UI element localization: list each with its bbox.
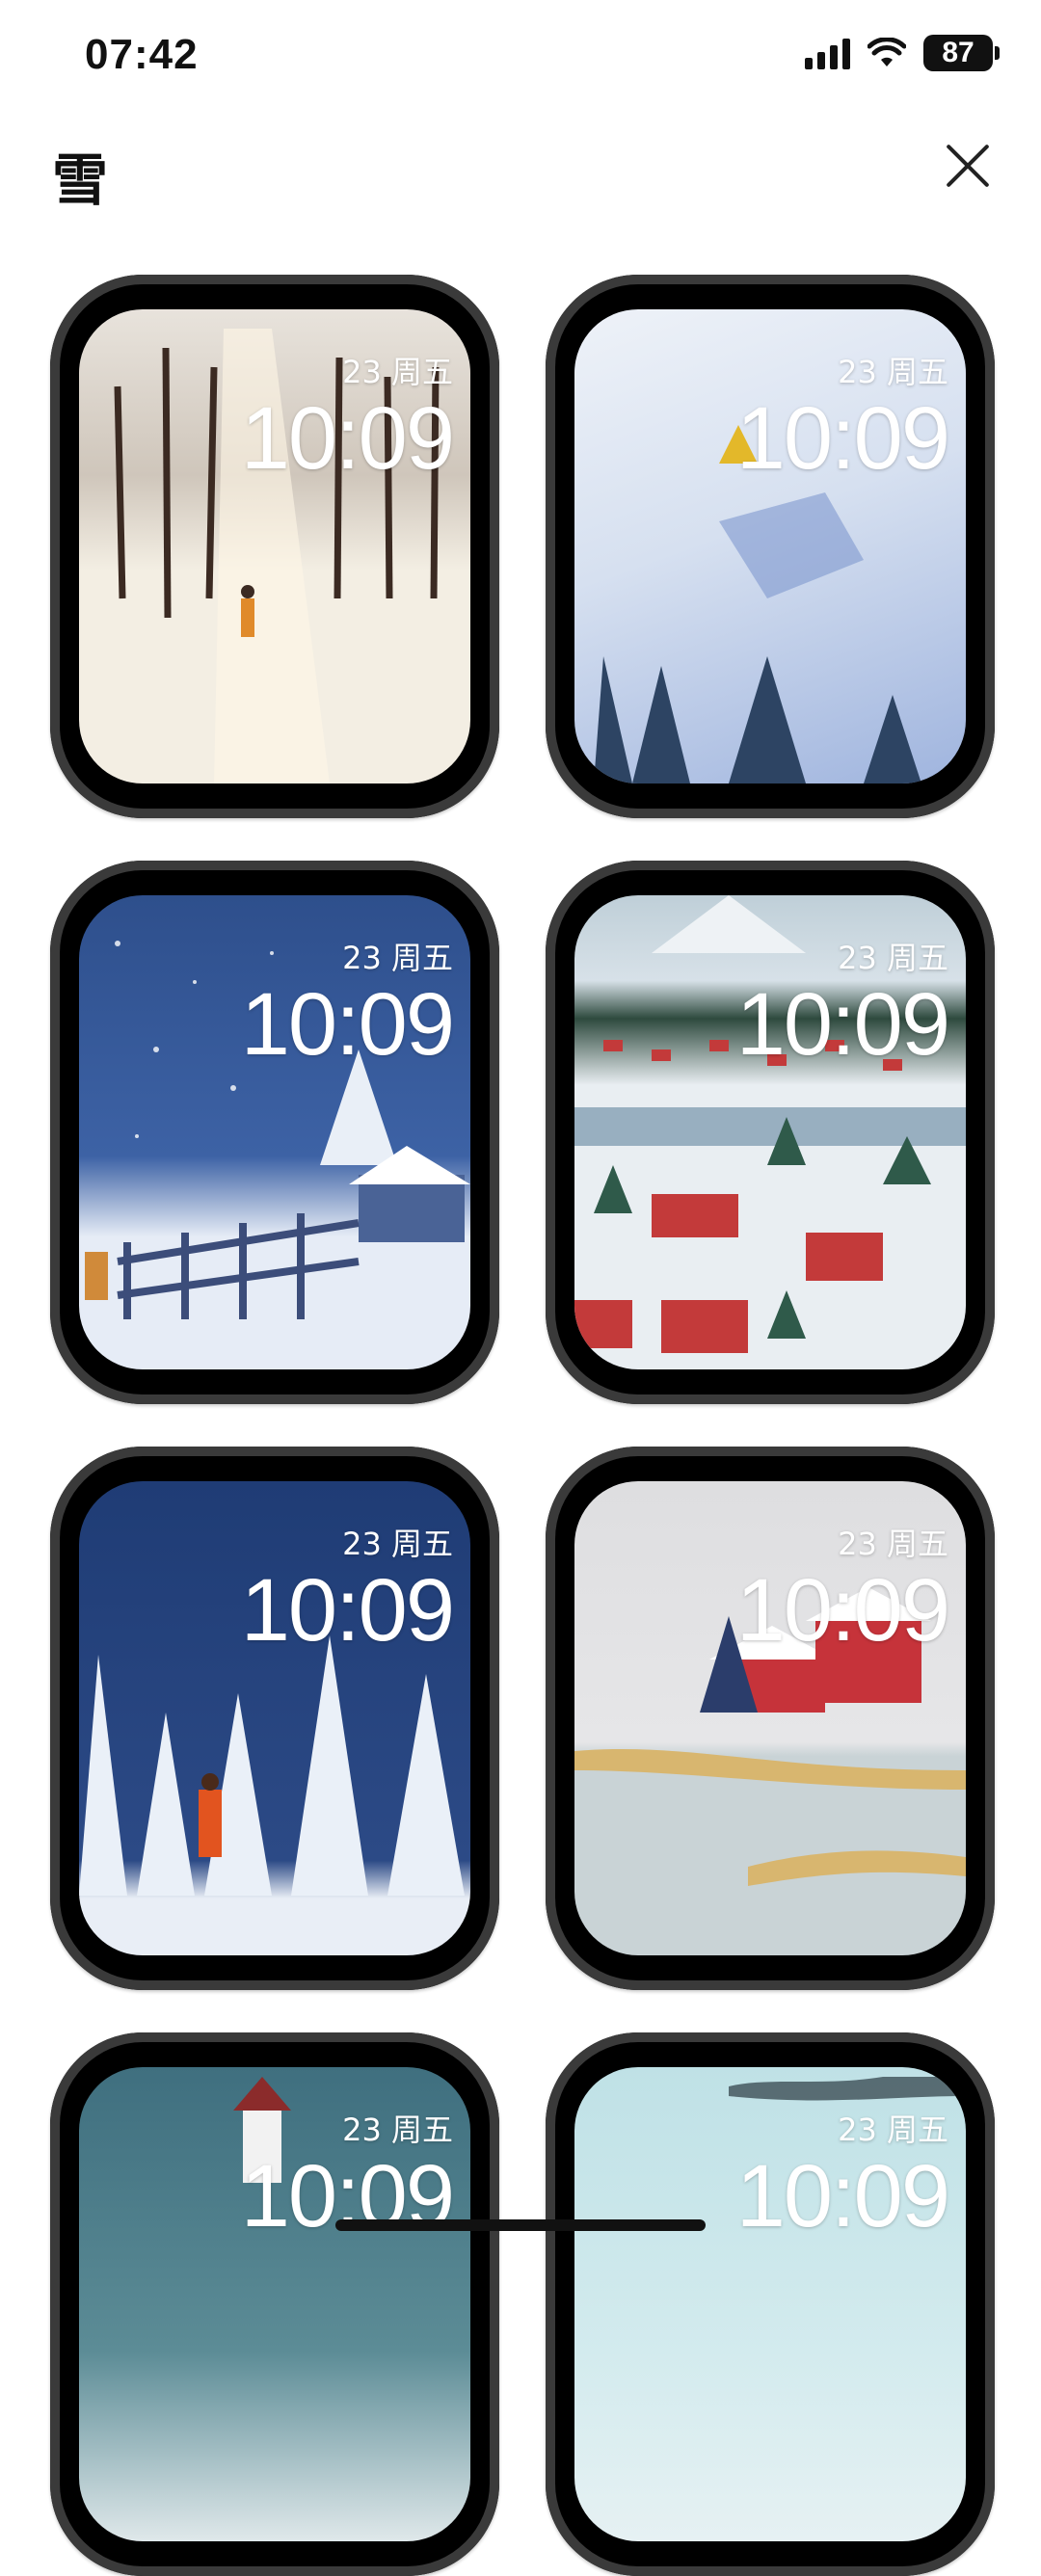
watch-face-preview: 23 周五 10:09 — [574, 1481, 966, 1955]
watch-date: 23 周五 — [342, 354, 453, 390]
watch-time: 10:09 — [735, 975, 950, 1074]
watch-time: 10:09 — [735, 2147, 950, 2245]
watch-date: 23 周五 — [342, 940, 453, 976]
cellular-signal-icon — [805, 37, 850, 69]
home-indicator — [335, 2219, 706, 2231]
watch-face-preview: 23 周五 10:09 — [574, 895, 966, 1369]
watch-time: 10:09 — [240, 389, 455, 488]
watch-time-overlay: 23 周五 10:09 — [735, 348, 950, 488]
watch-time-overlay: 23 周五 10:09 — [240, 348, 455, 488]
watch-face-preview: 23 周五 10:09 — [79, 1481, 470, 1955]
watch-date: 23 周五 — [838, 1526, 948, 1562]
header: 雪 — [0, 125, 1041, 231]
watch-face-preview: 23 周五 10:09 — [79, 309, 470, 783]
watch-time-overlay: 23 周五 10:09 — [735, 2106, 950, 2245]
wifi-icon — [868, 38, 906, 68]
watch-face-preview: 23 周五 10:09 — [79, 2067, 470, 2541]
status-time: 07:42 — [85, 31, 199, 78]
watch-face-card-6[interactable]: 23 周五 10:09 — [546, 1447, 995, 1990]
watch-date: 23 周五 — [838, 2111, 948, 2148]
watch-face-preview: 23 周五 10:09 — [574, 2067, 966, 2541]
watch-face-card-4[interactable]: 23 周五 10:09 — [546, 861, 995, 1404]
watch-date: 23 周五 — [838, 940, 948, 976]
status-icons: 87 — [805, 35, 1000, 71]
watch-date: 23 周五 — [838, 354, 948, 390]
watch-face-card-8[interactable]: 23 周五 10:09 — [546, 2032, 995, 2576]
watch-face-card-1[interactable]: 23 周五 10:09 — [50, 275, 499, 818]
watch-face-preview: 23 周五 10:09 — [79, 895, 470, 1369]
watch-time: 10:09 — [735, 389, 950, 488]
close-button[interactable] — [941, 139, 995, 193]
watch-date: 23 周五 — [342, 1526, 453, 1562]
watch-time-overlay: 23 周五 10:09 — [735, 934, 950, 1074]
watch-face-card-2[interactable]: 23 周五 10:09 — [546, 275, 995, 818]
watch-time-overlay: 23 周五 10:09 — [240, 934, 455, 1074]
watch-face-card-5[interactable]: 23 周五 10:09 — [50, 1447, 499, 1990]
watch-time-overlay: 23 周五 10:09 — [240, 1520, 455, 1660]
watch-date: 23 周五 — [342, 2111, 453, 2148]
battery-icon: 87 — [923, 35, 1000, 71]
watch-time: 10:09 — [240, 1561, 455, 1660]
status-bar: 07:42 87 — [0, 0, 1041, 116]
watch-face-card-7[interactable]: 23 周五 10:09 — [50, 2032, 499, 2576]
watch-time: 10:09 — [735, 1561, 950, 1660]
page-title: 雪 — [52, 147, 109, 213]
watch-time-overlay: 23 周五 10:09 — [735, 1520, 950, 1660]
watch-time: 10:09 — [240, 975, 455, 1074]
watch-face-card-3[interactable]: 23 周五 10:09 — [50, 861, 499, 1404]
watch-face-preview: 23 周五 10:09 — [574, 309, 966, 783]
